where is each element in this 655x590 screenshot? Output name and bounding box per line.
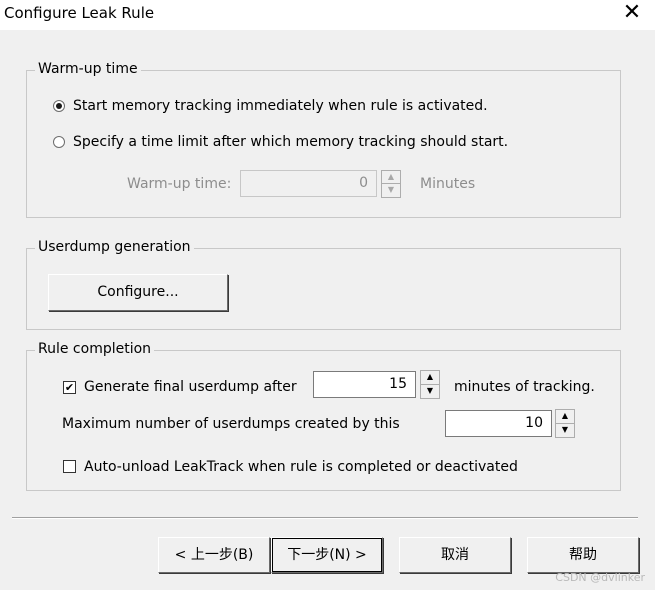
next-button-label: 下一步(N) > [287, 547, 367, 563]
generate-minutes-input[interactable]: 15 [313, 371, 416, 398]
max-userdumps-input[interactable]: 10 [445, 410, 552, 437]
userdump-group-label: Userdump generation [35, 238, 194, 256]
generate-final-userdump-label[interactable]: Generate final userdump after [84, 378, 297, 396]
auto-unload-checkbox[interactable] [63, 460, 76, 473]
watermark: CSDN @dvlinker [555, 571, 645, 584]
generate-minutes-value: 15 [389, 376, 407, 392]
footer-separator [12, 517, 638, 519]
help-button[interactable]: 帮助 [527, 537, 639, 573]
configure-button[interactable]: Configure... [48, 274, 228, 311]
back-button[interactable]: < 上一步(B) [158, 537, 270, 573]
window-title: Configure Leak Rule [4, 4, 155, 22]
spin-down-icon[interactable]: ▼ [556, 424, 574, 438]
spin-down-icon: ▼ [387, 185, 395, 194]
radio-time-limit-label[interactable]: Specify a time limit after which memory … [73, 133, 508, 151]
back-button-label: < 上一步(B) [174, 547, 254, 563]
warmup-time-label: Warm-up time: [127, 176, 232, 192]
cancel-button-label: 取消 [441, 547, 469, 563]
configure-button-label: Configure... [97, 284, 179, 300]
close-icon[interactable]: ✕ [621, 0, 643, 26]
spin-up-icon[interactable]: ▲ [421, 371, 439, 385]
max-userdumps-label: Maximum number of userdumps created by t… [62, 416, 400, 432]
spin-up-icon: ▲ [382, 171, 400, 184]
help-button-label: 帮助 [569, 547, 597, 563]
warmup-time-value: 0 [359, 175, 368, 191]
next-button[interactable]: 下一步(N) > [271, 537, 383, 573]
warmup-time-unit: Minutes [420, 176, 476, 192]
warmup-time-spinner: ▲ ▼ [381, 170, 401, 198]
spin-down-icon[interactable]: ▼ [421, 385, 439, 399]
generate-minutes-spinner[interactable]: ▲ ▼ [420, 370, 440, 399]
radio-start-immediately[interactable] [53, 100, 65, 112]
warmup-group-label: Warm-up time [35, 60, 141, 78]
warmup-time-input: 0 [240, 170, 377, 197]
max-userdumps-spinner[interactable]: ▲ ▼ [555, 409, 575, 438]
radio-time-limit[interactable] [53, 136, 65, 148]
cancel-button[interactable]: 取消 [399, 537, 511, 573]
completion-group-label: Rule completion [35, 340, 155, 358]
radio-start-immediately-label[interactable]: Start memory tracking immediately when r… [73, 97, 488, 115]
generate-minutes-suffix: minutes of tracking. [454, 379, 595, 395]
generate-final-userdump-checkbox[interactable]: ✔ [63, 381, 76, 394]
auto-unload-label[interactable]: Auto-unload LeakTrack when rule is compl… [84, 458, 518, 476]
max-userdumps-value: 10 [525, 415, 543, 431]
spin-up-icon[interactable]: ▲ [556, 410, 574, 424]
title-bar: Configure Leak Rule ✕ [0, 0, 655, 30]
